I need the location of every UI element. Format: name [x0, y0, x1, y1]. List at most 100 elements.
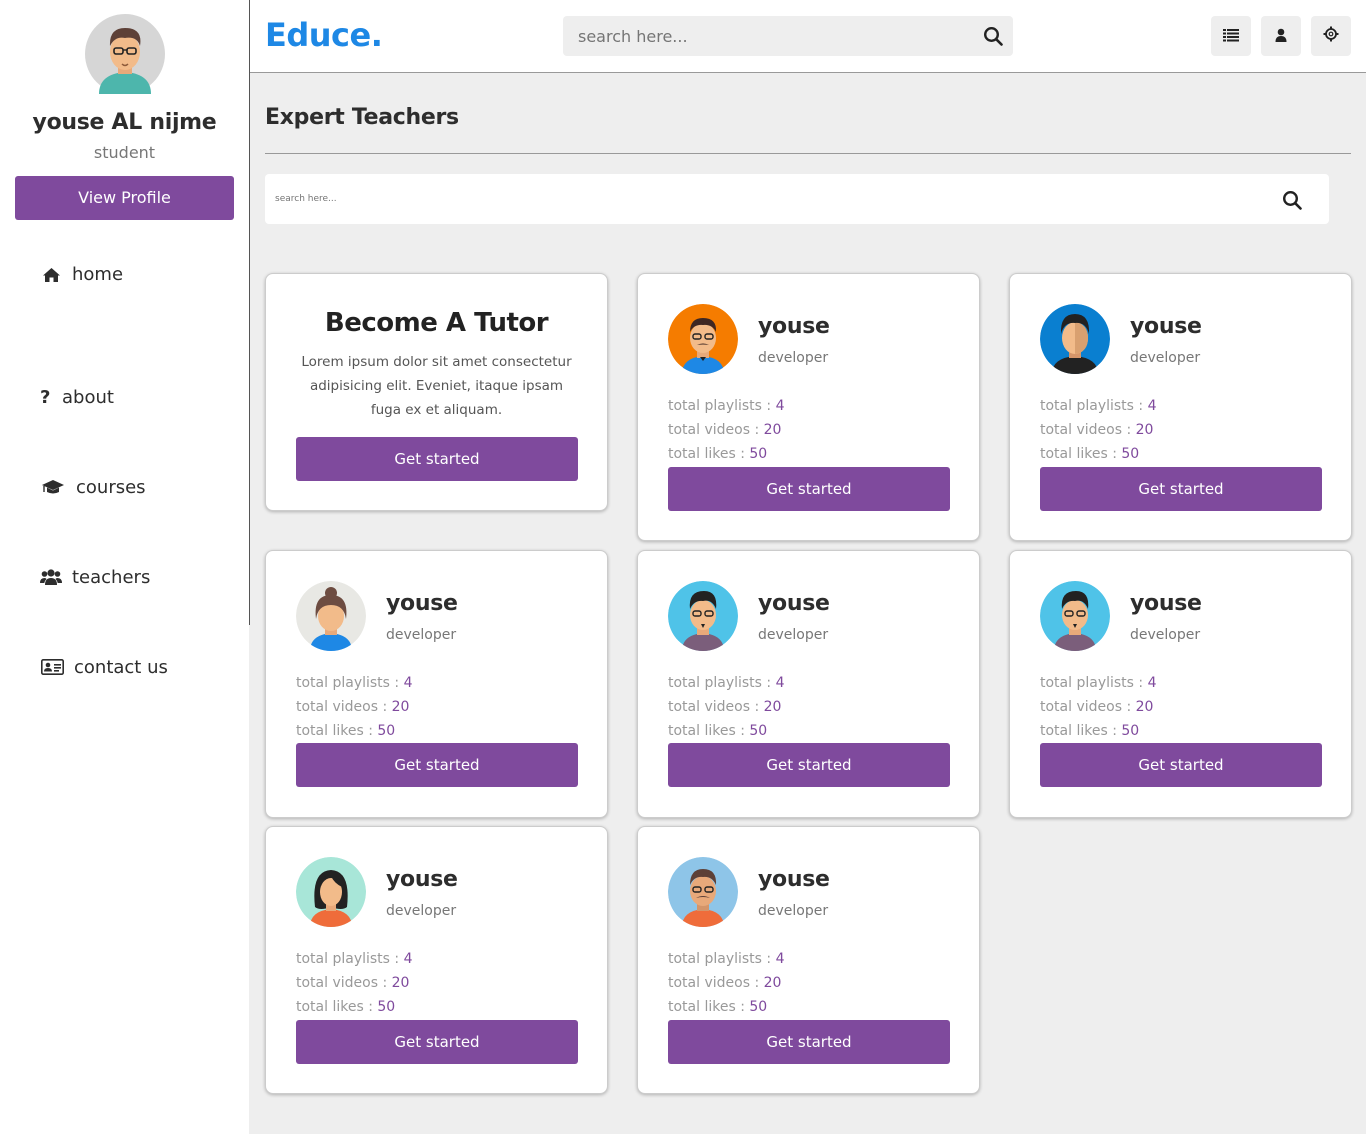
teacher-card: youse developer total playlists : 4 tota…: [637, 273, 980, 541]
get-started-button[interactable]: Get started: [668, 467, 950, 511]
tutor-get-started-button[interactable]: Get started: [296, 437, 578, 481]
search-icon[interactable]: [983, 26, 1003, 46]
stat-label: total playlists: [668, 675, 762, 691]
teacher-name: youse: [386, 867, 458, 892]
user-button[interactable]: [1261, 16, 1301, 56]
avatar: [84, 14, 165, 94]
users-icon: [40, 568, 62, 586]
stat-playlists: 4: [1147, 398, 1157, 414]
teacher-role: developer: [758, 350, 829, 366]
nav-item-courses[interactable]: courses: [40, 442, 168, 532]
stat-likes: 50: [377, 723, 396, 739]
teacher-avatar: [668, 304, 738, 374]
stat-label: total likes: [668, 446, 736, 462]
teacher-role: developer: [1130, 350, 1201, 366]
graduation-cap-icon: [40, 478, 66, 496]
title-divider: [265, 153, 1351, 154]
question-icon: ?: [40, 386, 51, 408]
teacher-role: developer: [1130, 627, 1201, 643]
stat-videos: 20: [391, 975, 410, 991]
teacher-card: youse developer total playlists : 4 tota…: [637, 550, 980, 818]
get-started-button[interactable]: Get started: [1040, 743, 1322, 787]
teacher-card: youse developer total playlists : 4 tota…: [1009, 273, 1352, 541]
stat-label: total videos: [1040, 699, 1122, 715]
teacher-avatar: [1040, 581, 1110, 651]
tutor-title: Become A Tutor: [324, 308, 549, 338]
teacher-role: developer: [386, 903, 457, 919]
get-started-button[interactable]: Get started: [296, 1020, 578, 1064]
stat-playlists: 4: [1147, 675, 1157, 691]
teacher-name: youse: [758, 314, 830, 339]
get-started-button[interactable]: Get started: [668, 1020, 950, 1064]
teacher-avatar: [296, 857, 366, 927]
header-search: [563, 16, 1013, 56]
sidebar-nav: home ? about courses teachers contact us: [40, 262, 168, 712]
stat-likes: 50: [1121, 446, 1140, 462]
stat-likes: 50: [1121, 723, 1140, 739]
stat-videos: 20: [763, 699, 782, 715]
stat-label: total videos: [668, 699, 750, 715]
teacher-stats: total playlists : 4 total videos : 20 to…: [1040, 398, 1157, 462]
stat-label: total playlists: [1040, 398, 1134, 414]
teacher-name: youse: [758, 591, 830, 616]
stat-videos: 20: [1135, 699, 1154, 715]
teacher-stats: total playlists : 4 total videos : 20 to…: [668, 675, 785, 739]
header-search-input[interactable]: [563, 16, 963, 56]
nav-label-teachers: teachers: [72, 566, 151, 588]
teacher-name: youse: [386, 591, 458, 616]
nav-item-home[interactable]: home: [40, 262, 168, 287]
settings-button[interactable]: [1311, 16, 1351, 56]
teacher-card: youse developer total playlists : 4 tota…: [637, 826, 980, 1094]
home-icon: [40, 266, 62, 284]
stat-label: total likes: [296, 999, 364, 1015]
get-started-button[interactable]: Get started: [296, 743, 578, 787]
nav-item-contact[interactable]: contact us: [40, 622, 168, 712]
stat-likes: 50: [749, 999, 768, 1015]
nav-label-contact: contact us: [74, 656, 168, 678]
teacher-card: youse developer total playlists : 4 tota…: [265, 550, 608, 818]
teacher-name: youse: [1130, 591, 1202, 616]
teacher-name: youse: [1130, 314, 1202, 339]
search-icon[interactable]: [1282, 190, 1302, 210]
teacher-stats: total playlists : 4 total videos : 20 to…: [296, 675, 413, 739]
teacher-role: developer: [758, 627, 829, 643]
sidebar-divider: [249, 0, 250, 625]
stat-label: total playlists: [296, 951, 390, 967]
teacher-avatar: [668, 857, 738, 927]
logo[interactable]: Educe.: [265, 16, 383, 54]
stat-label: total playlists: [1040, 675, 1134, 691]
stat-label: total playlists: [668, 951, 762, 967]
nav-label-home: home: [72, 264, 124, 285]
view-profile-button[interactable]: View Profile: [15, 176, 234, 220]
profile-role: student: [93, 143, 156, 162]
stat-label: total videos: [296, 975, 378, 991]
stat-label: total likes: [668, 723, 736, 739]
stat-label: total videos: [668, 422, 750, 438]
stat-label: total playlists: [668, 398, 762, 414]
user-icon: [1275, 27, 1287, 46]
address-card-icon: [40, 658, 64, 676]
nav-item-about[interactable]: ? about: [40, 352, 168, 442]
stat-playlists: 4: [403, 951, 413, 967]
menu-icon: [1223, 27, 1239, 46]
page-title: Expert Teachers: [265, 105, 459, 130]
stat-likes: 50: [377, 999, 396, 1015]
get-started-button[interactable]: Get started: [668, 743, 950, 787]
top-header: Educe.: [250, 0, 1366, 73]
stat-label: total playlists: [296, 675, 390, 691]
teacher-search-input[interactable]: [265, 174, 1265, 224]
stat-videos: 20: [1135, 422, 1154, 438]
teacher-stats: total playlists : 4 total videos : 20 to…: [296, 951, 413, 1015]
tutor-description: Lorem ipsum dolor sit amet consectetur a…: [301, 354, 572, 418]
nav-item-teachers[interactable]: teachers: [40, 532, 168, 622]
settings-icon: [1323, 26, 1339, 46]
teacher-search: [265, 174, 1329, 224]
stat-playlists: 4: [403, 675, 413, 691]
menu-button[interactable]: [1211, 16, 1251, 56]
stat-videos: 20: [391, 699, 410, 715]
stat-label: total likes: [1040, 446, 1108, 462]
get-started-button[interactable]: Get started: [1040, 467, 1322, 511]
stat-videos: 20: [763, 975, 782, 991]
stat-label: total videos: [668, 975, 750, 991]
stat-playlists: 4: [775, 398, 785, 414]
